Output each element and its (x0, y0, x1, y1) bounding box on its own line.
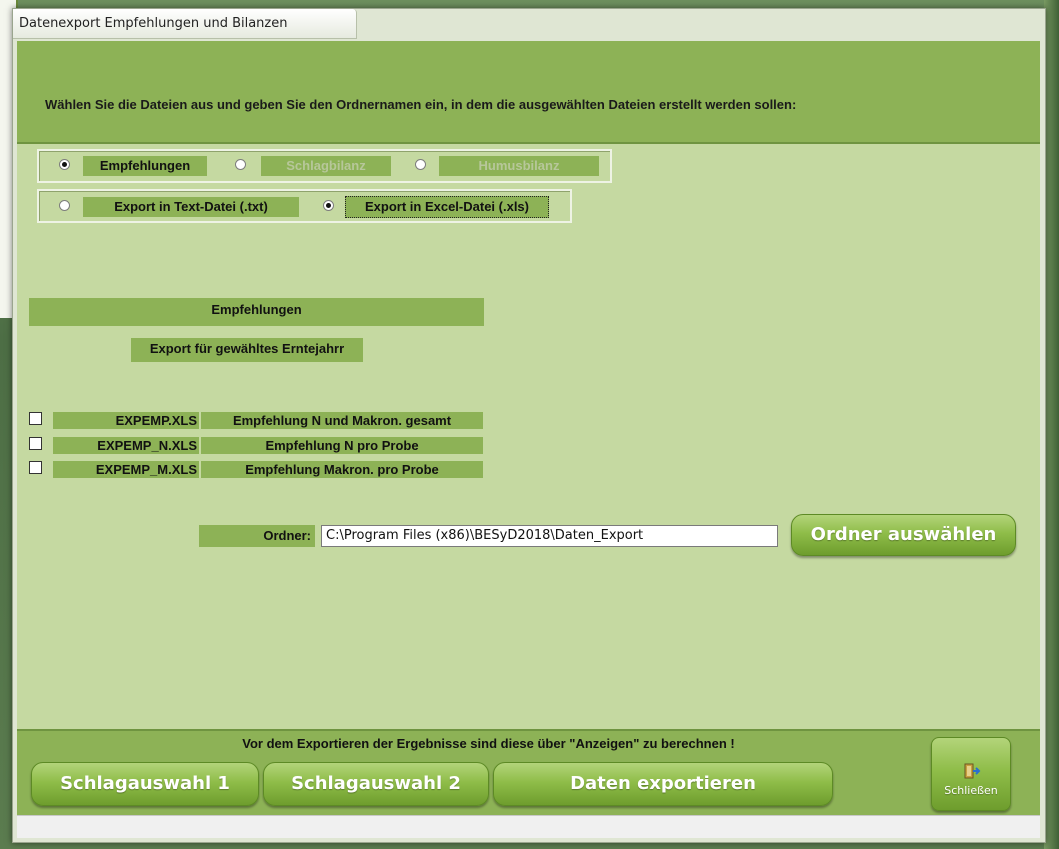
dialog-client: Wählen Sie die Dateien aus und geben Sie… (17, 41, 1040, 815)
option-empfehlungen[interactable] (59, 159, 70, 170)
checkbox-expemp[interactable] (29, 412, 42, 425)
folder-label: Ordner: (199, 525, 315, 547)
label-empfehlungen[interactable]: Empfehlungen (83, 156, 207, 176)
radio-humusbilanz[interactable] (415, 159, 426, 170)
exit-door-icon (964, 763, 981, 779)
format-option-group: Export in Text-Datei (.txt) Export in Ex… (37, 189, 572, 223)
label-schlagbilanz: Schlagbilanz (261, 156, 391, 176)
instruction-text: Wählen Sie die Dateien aus und geben Sie… (45, 97, 797, 112)
file-name-expemp-n: EXPEMP_N.XLS (53, 437, 199, 454)
radio-xls[interactable] (323, 200, 334, 211)
option-humusbilanz[interactable] (415, 159, 426, 170)
label-txt[interactable]: Export in Text-Datei (.txt) (83, 197, 299, 217)
status-bar (17, 815, 1040, 838)
export-dialog: Datenexport Empfehlungen und Bilanzen Wä… (12, 8, 1046, 843)
checkbox-expemp-m[interactable] (29, 461, 42, 474)
file-desc-expemp: Empfehlung N und Makron. gesamt (201, 412, 483, 429)
export-data-button[interactable]: Daten exportieren (493, 762, 833, 806)
file-name-expemp-m: EXPEMP_M.XLS (53, 461, 199, 478)
background-strip (1044, 0, 1059, 849)
radio-schlagbilanz[interactable] (235, 159, 246, 170)
close-button-label: Schließen (944, 784, 998, 797)
schlagauswahl-1-button[interactable]: Schlagauswahl 1 (31, 762, 259, 806)
option-txt[interactable] (59, 200, 70, 211)
header-band: Wählen Sie die Dateien aus und geben Sie… (17, 41, 1040, 144)
checkbox-expemp-n[interactable] (29, 437, 42, 450)
footer-note: Vor dem Exportieren der Ergebnisse sind … (242, 736, 735, 751)
folder-path-input[interactable]: C:\Program Files (x86)\BESyD2018\Daten_E… (321, 525, 778, 547)
radio-txt[interactable] (59, 200, 70, 211)
window-title: Datenexport Empfehlungen und Bilanzen (13, 9, 357, 39)
option-xls[interactable] (323, 200, 334, 211)
file-name-expemp: EXPEMP.XLS (53, 412, 199, 429)
section-subtitle: Export für gewähltes Erntejahrr (131, 338, 363, 362)
close-button[interactable]: Schließen (931, 737, 1011, 811)
choose-folder-button[interactable]: Ordner auswählen (791, 514, 1016, 556)
label-humusbilanz: Humusbilanz (439, 156, 599, 176)
file-desc-expemp-n: Empfehlung N pro Probe (201, 437, 483, 454)
label-xls[interactable]: Export in Excel-Datei (.xls) (345, 196, 549, 218)
radio-empfehlungen[interactable] (59, 159, 70, 170)
schlagauswahl-2-button[interactable]: Schlagauswahl 2 (263, 762, 489, 806)
file-desc-expemp-m: Empfehlung Makron. pro Probe (201, 461, 483, 478)
type-option-group: Empfehlungen Schlagbilanz Humusbilanz (37, 149, 612, 183)
section-title: Empfehlungen (29, 298, 484, 326)
option-schlagbilanz[interactable] (235, 159, 246, 170)
